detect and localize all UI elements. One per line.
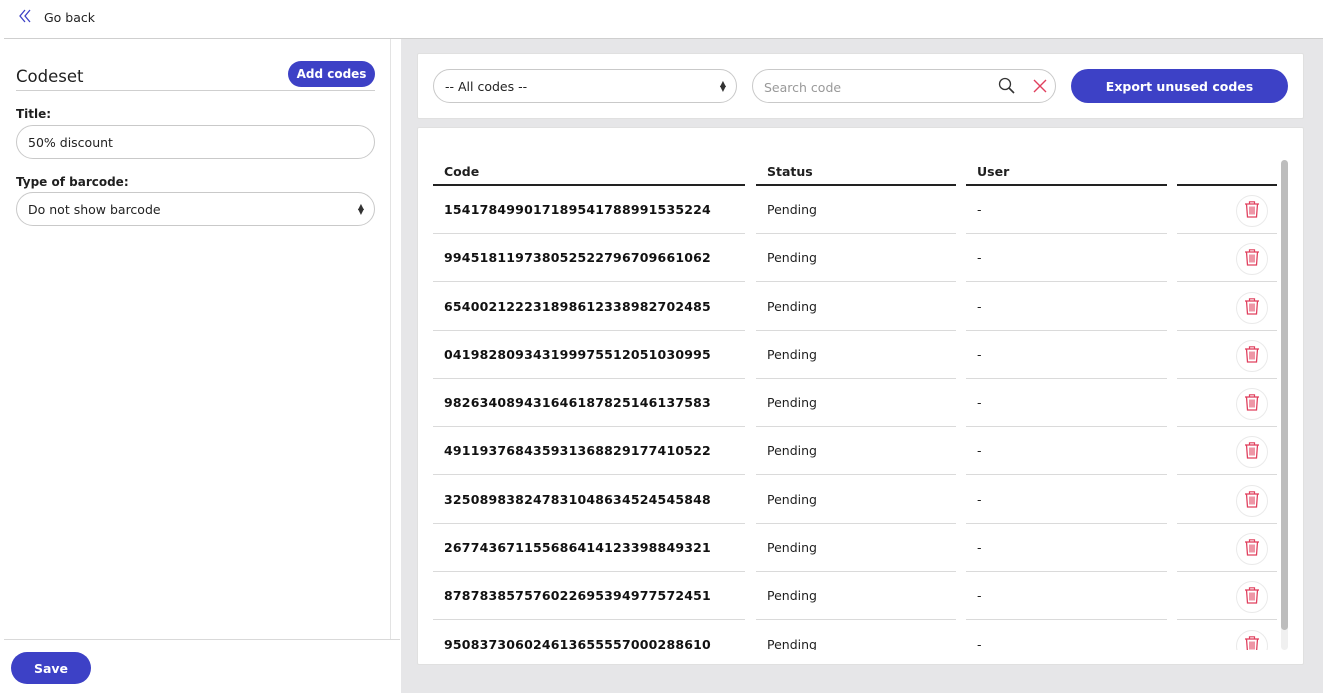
trash-icon [1243, 344, 1261, 368]
select-caret-icon: ▲ ▼ [357, 202, 364, 216]
status-cell: Pending [756, 524, 956, 573]
search-input[interactable] [764, 78, 984, 96]
table-body: 15417849901718954178899153522​4 Pending -9… [433, 186, 1279, 650]
code-filter-select[interactable]: -- All codes -- ▲ ▼ [433, 69, 737, 103]
code-cell: 87878385757602269539497757245​1 [433, 572, 745, 621]
code-cell: 26774367115568641412339884932​1 [433, 524, 745, 573]
add-codes-button[interactable]: Add codes [288, 61, 375, 87]
user-cell: - [966, 621, 1167, 650]
scrollbar-thumb[interactable] [1281, 160, 1288, 630]
trash-icon [1243, 296, 1261, 320]
user-cell: - [966, 283, 1167, 331]
user-cell: - [966, 572, 1167, 621]
status-cell: Pending [756, 427, 956, 476]
delete-code-button[interactable] [1236, 388, 1268, 421]
code-cell: 95083730602461365555700028861​0 [433, 621, 745, 650]
user-cell: - [966, 427, 1167, 476]
heading-divider [16, 90, 375, 91]
trash-icon [1243, 537, 1261, 561]
status-cell: Pending [756, 379, 956, 428]
search-box [752, 69, 1056, 103]
codes-panel: -- All codes -- ▲▼ Export unused codes C… [401, 39, 1323, 693]
trash-icon [1243, 585, 1261, 609]
status-cell: Pending [756, 186, 956, 234]
user-cell: - [966, 186, 1167, 234]
title-input-value: 50% discount [28, 134, 113, 150]
top-bar: Go back [4, 4, 1323, 39]
barcode-type-select[interactable]: Do not show barcode ▲ ▼ [16, 192, 375, 226]
table-header: Code Status User [433, 164, 1279, 186]
user-cell: - [966, 524, 1167, 573]
table-row: 98263408943164618782514613758​3 Pending - [433, 379, 1279, 428]
barcode-type-label: Type of barcode: [16, 175, 129, 189]
code-cell: 65400212223189861233898270248​5 [433, 283, 745, 331]
code-cell: 32508983824783104863452454584​8 [433, 476, 745, 524]
user-cell: - [966, 331, 1167, 379]
code-cell: 49119376843593136882917741052​2 [433, 427, 745, 476]
sidebar-footer: Save [4, 639, 400, 693]
delete-code-button[interactable] [1236, 339, 1268, 372]
trash-icon [1243, 440, 1261, 464]
table-row: 32508983824783104863452454584​8 Pending - [433, 476, 1279, 524]
table-row: 95083730602461365555700028861​0 Pending - [433, 621, 1279, 650]
codes-table: Code Status User 15417849901718954178899… [417, 127, 1304, 665]
codeset-sidebar: Codeset Add codes Title: 50% discount Ty… [4, 39, 400, 693]
delete-code-button[interactable] [1236, 533, 1268, 566]
user-cell: - [966, 476, 1167, 524]
table-row: 99451811973805252279670966106​2 Pending - [433, 234, 1279, 283]
column-header-user: User [966, 164, 1167, 186]
trash-icon [1243, 634, 1261, 650]
codes-toolbar: -- All codes -- ▲▼ Export unused codes [417, 53, 1304, 119]
save-button[interactable]: Save [11, 652, 91, 684]
barcode-type-value: Do not show barcode [28, 201, 161, 217]
trash-icon [1243, 392, 1261, 416]
code-filter-value: -- All codes -- [445, 78, 528, 94]
table-row: 04198280934319997551205103099​5 Pending - [433, 331, 1279, 379]
double-chevron-left-icon [18, 8, 32, 27]
table-row: 15417849901718954178899153522​4 Pending - [433, 186, 1279, 234]
magnifier-icon[interactable] [997, 76, 1017, 100]
select-caret-icon: ▲ ▼ [719, 79, 726, 93]
status-cell: Pending [756, 476, 956, 524]
status-cell: Pending [756, 283, 956, 331]
codeset-heading: Codeset [16, 67, 84, 86]
table-row: 87878385757602269539497757245​1 Pending - [433, 572, 1279, 621]
code-cell: 99451811973805252279670966106​2 [433, 234, 745, 283]
code-cell: 15417849901718954178899153522​4 [433, 186, 745, 234]
trash-icon [1243, 489, 1261, 513]
user-cell: - [966, 379, 1167, 428]
go-back-label: Go back [44, 10, 96, 25]
close-icon[interactable] [1032, 78, 1048, 98]
delete-code-button[interactable] [1236, 291, 1268, 324]
column-header-code: Code [433, 164, 745, 186]
go-back-link[interactable]: Go back [18, 8, 95, 27]
table-row: 26774367115568641412339884932​1 Pending - [433, 524, 1279, 573]
title-input[interactable]: 50% discount [16, 125, 375, 159]
status-cell: Pending [756, 331, 956, 379]
column-header-actions [1177, 164, 1277, 186]
trash-icon [1243, 199, 1261, 223]
status-cell: Pending [756, 234, 956, 283]
codeset-form: Codeset Add codes Title: 50% discount Ty… [4, 39, 391, 639]
table-row: 65400212223189861233898270248​5 Pending - [433, 283, 1279, 331]
status-cell: Pending [756, 621, 956, 650]
code-cell: 98263408943164618782514613758​3 [433, 379, 745, 428]
scrollbar[interactable] [1281, 160, 1288, 650]
status-cell: Pending [756, 572, 956, 621]
export-unused-codes-button[interactable]: Export unused codes [1071, 69, 1288, 103]
delete-code-button[interactable] [1236, 484, 1268, 517]
delete-code-button[interactable] [1236, 195, 1268, 227]
column-header-status: Status [756, 164, 956, 186]
trash-icon [1243, 247, 1261, 271]
title-label: Title: [16, 107, 52, 121]
code-cell: 04198280934319997551205103099​5 [433, 331, 745, 379]
user-cell: - [966, 234, 1167, 283]
table-row: 49119376843593136882917741052​2 Pending - [433, 427, 1279, 476]
